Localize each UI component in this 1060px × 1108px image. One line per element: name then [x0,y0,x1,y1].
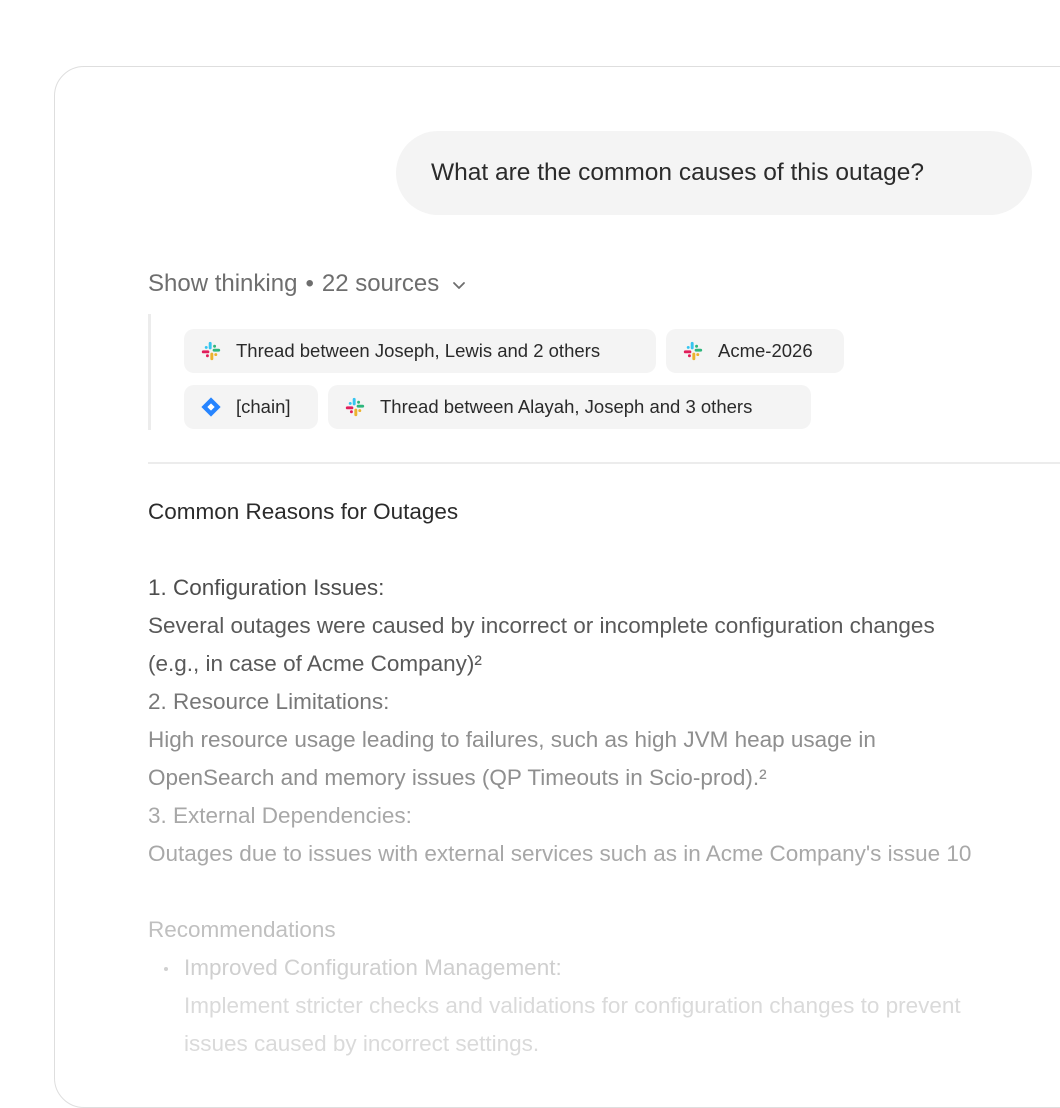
chat-panel: What are the common causes of this outag… [54,66,1060,1108]
divider [148,462,1060,464]
source-chip-label: Thread between Joseph, Lewis and 2 other… [236,340,601,361]
source-chip-label: [chain] [236,396,291,417]
bullet-body: issues caused by incorrect settings. [184,1031,540,1056]
show-thinking-toggle[interactable]: Show thinking • 22 sources [148,270,467,298]
slack-icon [683,341,703,361]
bullet-title: Improved Configuration Management: [184,955,562,980]
thinking-separator: • [305,270,314,297]
source-chip-thread-alayah-joseph[interactable]: Thread between Alayah, Joseph and 3 othe… [328,385,811,429]
recommendations-heading: Recommendations [148,917,336,942]
source-chip-label: Acme-2026 [718,340,813,361]
slack-icon [345,397,365,417]
source-chip-chain[interactable]: [chain] [184,385,318,429]
sources-count: 22 sources [321,270,440,297]
user-message-bubble: What are the common causes of this outag… [396,131,1032,215]
conversation: What are the common causes of this outag… [148,67,1060,1107]
source-chip-acme-2026[interactable]: Acme-2026 [666,329,844,373]
item-title: 3. External Dependencies: [148,803,412,828]
show-thinking-label: Show thinking [148,270,298,297]
item-body: Outages due to issues with external serv… [148,841,972,866]
item-body: (e.g., in case of Acme Company)² [148,651,482,676]
answer-heading: Common Reasons for Outages [148,499,459,524]
jira-icon [201,397,221,417]
source-chip-label: Thread between Alayah, Joseph and 3 othe… [380,396,753,417]
item-title: 2. Resource Limitations: [148,689,390,714]
item-body: Several outages were caused by incorrect… [148,613,935,638]
chevron-down-icon [453,282,466,289]
bullet-body: Implement stricter checks and validation… [184,993,961,1018]
sources-list: Thread between Joseph, Lewis and 2 other… [148,314,1060,430]
user-message-text: What are the common causes of this outag… [431,159,924,186]
item-body: High resource usage leading to failures,… [148,727,876,752]
source-chip-thread-joseph-lewis[interactable]: Thread between Joseph, Lewis and 2 other… [184,329,656,373]
slack-icon [201,341,221,361]
bullet-dot [164,967,168,971]
item-body: OpenSearch and memory issues (QP Timeout… [148,765,767,790]
item-title: 1. Configuration Issues: [148,575,385,600]
